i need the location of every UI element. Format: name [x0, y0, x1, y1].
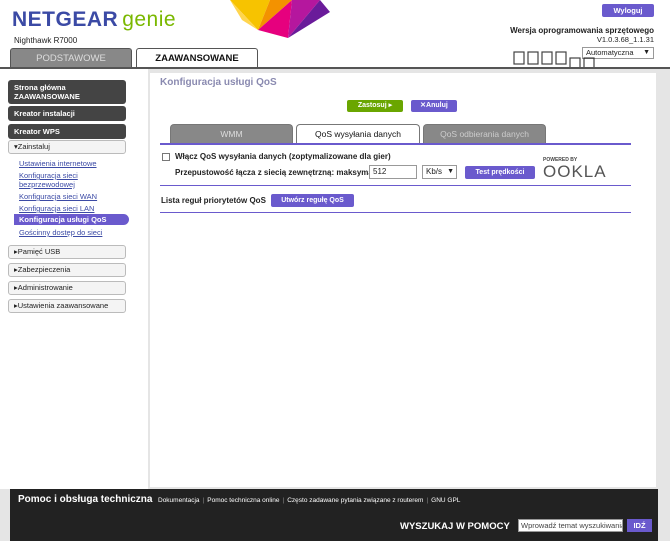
link-faq[interactable]: Często zadawane pytania związane z route…: [287, 497, 423, 504]
firmware-version: V1.0.3.68_1.1.31: [596, 35, 654, 44]
firmware-label: Wersja oprogramowania sprzętowego: [510, 26, 654, 35]
enable-qos-row: Włącz QoS wysyłania danych (zoptymalizow…: [162, 152, 391, 161]
link-online-support[interactable]: Pomoc techniczna online: [207, 497, 279, 504]
bandwidth-label: Przepustowość łącza z siecią zewnętrzną:…: [175, 168, 385, 177]
rules-divider: [160, 212, 631, 213]
logo-brand: NETGEAR: [12, 8, 119, 31]
sidebar-home-line2: ZAAWANSOWANE: [14, 92, 80, 101]
sidebar-advanced-label: Ustawienia zaawansowane: [17, 301, 109, 310]
help-search-input[interactable]: Wprowadź temat wyszukiwania: [518, 519, 623, 532]
netgear-genie-logo: NETGEAR genie: [12, 8, 176, 32]
logo-product: genie: [122, 8, 177, 31]
logout-button[interactable]: Wyloguj: [602, 4, 654, 17]
section-divider: [160, 185, 631, 186]
search-go-button[interactable]: IDŹ: [627, 519, 652, 532]
sidebar-home-line1: Strona główna: [14, 83, 66, 92]
sidebar-item-security[interactable]: ▸Zabezpieczenia: [8, 263, 126, 277]
tab-wmm[interactable]: WMM: [170, 124, 293, 143]
sidebar-usb-label: Pamięć USB: [17, 247, 61, 256]
tab-downstream-qos[interactable]: QoS odbierania danych: [423, 124, 546, 143]
sidebar-item-setup[interactable]: ▾Zainstaluj: [8, 140, 126, 154]
sidebar-item-advanced-setup[interactable]: ▸Ustawienia zaawansowane: [8, 299, 126, 313]
chevron-down-icon: ▼: [447, 168, 454, 175]
link-documentation[interactable]: Dokumentacja: [158, 497, 200, 504]
cancel-button[interactable]: ✕Anuluj: [411, 100, 457, 112]
speedtest-button[interactable]: Test prędkości: [465, 166, 535, 179]
bandwidth-input[interactable]: 512: [369, 165, 417, 179]
help-title: Pomoc i obsługa techniczna: [18, 494, 153, 505]
help-links: Dokumentacja | Pomoc techniczna online | C…: [158, 497, 461, 504]
create-qos-rule-button[interactable]: Utwórz regułę QoS: [271, 194, 354, 207]
sidebar-item-setup-wizard[interactable]: Kreator instalacji: [8, 106, 126, 121]
sidebar-sub-lan[interactable]: Konfiguracja sieci LAN: [19, 204, 94, 213]
sidebar-sub-guest[interactable]: Gościnny dostęp do sieci: [19, 228, 102, 237]
tab-advanced[interactable]: ZAAWANSOWANE: [136, 48, 258, 68]
sidebar-setup-label: Zainstaluj: [17, 142, 50, 151]
ookla-logo: OOKLA: [543, 162, 607, 181]
sidebar-sub-internet[interactable]: Ustawienia internetowe: [19, 159, 97, 168]
enable-qos-checkbox[interactable]: [162, 152, 170, 161]
bandwidth-unit: Kb/s: [426, 167, 443, 176]
enable-qos-label: Włącz QoS wysyłania danych (zoptymalizow…: [175, 152, 391, 161]
sidebar-item-usb[interactable]: ▸Pamięć USB: [8, 245, 126, 259]
router-model: Nighthawk R7000: [14, 36, 78, 45]
sidebar-item-home[interactable]: Strona główna ZAAWANSOWANE: [8, 80, 126, 104]
cancel-label: Anuluj: [426, 102, 448, 109]
search-help-label: WYSZUKAJ W POMOCY: [400, 521, 510, 532]
sidebar-admin-label: Administrowanie: [17, 283, 73, 292]
apply-label: Zastosuj: [357, 102, 387, 109]
sidebar-security-label: Zabezpieczenia: [17, 265, 71, 274]
sidebar-sub-wan[interactable]: Konfiguracja sieci WAN: [19, 192, 97, 201]
sidebar-item-wps-wizard[interactable]: Kreator WPS: [8, 124, 126, 139]
page-title: Konfiguracja usługi QoS: [160, 77, 277, 88]
apply-button[interactable]: Zastosuj ▸: [347, 100, 403, 112]
sidebar-sub-wireless-line1[interactable]: Konfiguracja sieci: [19, 171, 78, 180]
qos-rules-label: Lista reguł priorytetów QoS: [161, 196, 266, 205]
sidebar-sub-qos[interactable]: Konfiguracja usługi QoS: [14, 214, 129, 225]
bandwidth-unit-select[interactable]: Kb/s ▼: [422, 165, 457, 179]
sidebar-sub-wireless-line2[interactable]: bezprzewodowej: [19, 180, 75, 189]
tab-basic[interactable]: PODSTAWOWE: [10, 48, 132, 68]
tab-upstream-qos[interactable]: QoS wysyłania danych: [296, 124, 420, 143]
subtab-divider: [160, 143, 631, 145]
chevron-down-icon: ▼: [643, 49, 650, 56]
sidebar-item-administration[interactable]: ▸Administrowanie: [8, 281, 126, 295]
link-gpl[interactable]: GNU GPL: [431, 497, 460, 504]
